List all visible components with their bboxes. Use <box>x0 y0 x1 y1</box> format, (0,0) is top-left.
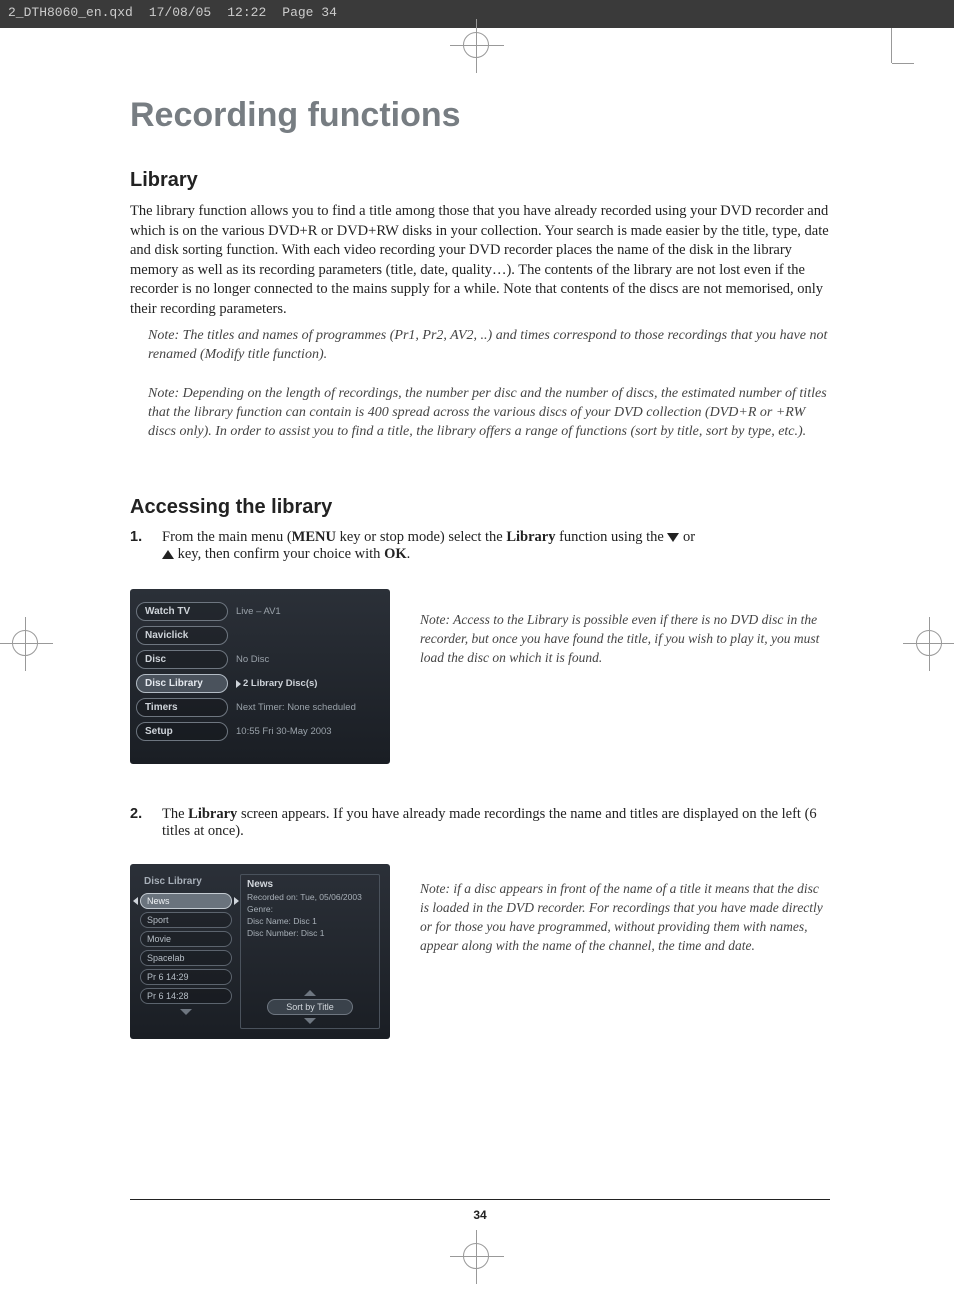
menu-item-label: Disc Library <box>136 674 228 693</box>
text: key or stop mode) select the <box>336 529 506 545</box>
right-arrow-icon <box>234 897 239 905</box>
arrow-up-icon <box>162 550 174 559</box>
step-2-text: The Library screen appears. If you have … <box>162 806 830 840</box>
sort-by-title-button[interactable]: Sort by Title <box>267 999 353 1015</box>
header-time: 12:22 <box>227 5 266 23</box>
menu-item[interactable]: Setup10:55 Fri 30-May 2003 <box>136 721 382 743</box>
menu-item-label: Watch TV <box>136 602 228 621</box>
header-filename: 2_DTH8060_en.qxd <box>8 5 133 23</box>
text: . <box>407 546 411 562</box>
info-disc-number: Disc Number: Disc 1 <box>247 928 373 938</box>
library-body: The library function allows you to find … <box>130 202 830 319</box>
library-title-item[interactable]: Movie <box>140 931 232 947</box>
bold-text: Library <box>188 806 237 822</box>
step-2: 2. The Library screen appears. If you ha… <box>130 806 830 840</box>
menu-item-value: Next Timer: None scheduled <box>228 702 382 713</box>
text: or <box>683 529 695 545</box>
header-page: Page 34 <box>282 5 337 23</box>
side-note-2: Note: if a disc appears in front of the … <box>420 880 830 956</box>
library-screen-title: Disc Library <box>140 874 232 893</box>
library-note-2: Note: Depending on the length of recordi… <box>148 385 830 442</box>
library-title-item[interactable]: Sport <box>140 912 232 928</box>
text: key, then confirm your choice with <box>178 546 384 562</box>
menu-item[interactable]: Watch TVLive – AV1 <box>136 601 382 623</box>
menu-item-value: 10:55 Fri 30-May 2003 <box>228 726 382 737</box>
bold-text: OK <box>384 546 407 562</box>
page-content: Recording functions Library The library … <box>130 96 830 1222</box>
scroll-down-icon <box>304 1018 316 1024</box>
page-number: 34 <box>130 1199 830 1222</box>
text: function using the <box>555 529 667 545</box>
menu-item-label: Disc <box>136 650 228 669</box>
menu-item-value: Live – AV1 <box>228 606 382 617</box>
crop-mark <box>891 28 892 63</box>
library-title-item[interactable]: Pr 6 14:29 <box>140 969 232 985</box>
info-title: News <box>247 879 373 890</box>
accessing-heading: Accessing the library <box>130 496 830 519</box>
library-title-item[interactable]: Pr 6 14:28 <box>140 988 232 1004</box>
bold-text: Library <box>506 529 555 545</box>
step-number: 2. <box>130 806 150 840</box>
menu-item-value: No Disc <box>228 654 382 665</box>
print-header: 2_DTH8060_en.qxd 17/08/05 12:22 Page 34 <box>0 0 954 28</box>
menu-item[interactable]: TimersNext Timer: None scheduled <box>136 697 382 719</box>
info-disc-name: Disc Name: Disc 1 <box>247 916 373 926</box>
step-number: 1. <box>130 529 150 563</box>
library-heading: Library <box>130 169 830 192</box>
text: From the main menu ( <box>162 529 292 545</box>
crop-mark <box>892 63 914 64</box>
selection-marker-icon <box>236 680 241 688</box>
scroll-down-icon <box>180 1009 192 1015</box>
header-date: 17/08/05 <box>149 5 211 23</box>
registration-mark <box>463 1243 489 1269</box>
device-library-screen: Disc Library News Sport Movie Spacelab Pr 6 … <box>130 864 390 1039</box>
menu-item-label: Naviclick <box>136 626 228 645</box>
arrow-down-icon <box>667 533 679 542</box>
registration-mark <box>463 32 489 58</box>
text: screen appears. If you have already made… <box>162 806 817 839</box>
library-title-item[interactable]: News <box>140 893 232 909</box>
registration-mark <box>12 630 38 656</box>
info-recorded: Recorded on: Tue, 05/06/2003 <box>247 892 373 902</box>
bold-text: MENU <box>292 529 336 545</box>
library-note-1: Note: The titles and names of programmes… <box>148 327 830 365</box>
menu-item-value: 2 Library Disc(s) <box>228 678 382 689</box>
menu-item[interactable]: DiscNo Disc <box>136 649 382 671</box>
menu-item-label: Setup <box>136 722 228 741</box>
library-title-item[interactable]: Spacelab <box>140 950 232 966</box>
step-1-text: From the main menu (MENU key or stop mod… <box>162 529 695 563</box>
menu-item[interactable]: Disc Library2 Library Disc(s) <box>136 673 382 695</box>
info-genre: Genre: <box>247 904 373 914</box>
scroll-up-icon <box>304 990 316 996</box>
device-main-menu: Watch TVLive – AV1NaviclickDiscNo DiscDi… <box>130 589 390 764</box>
left-arrow-icon <box>133 897 138 905</box>
page-title: Recording functions <box>130 96 830 135</box>
menu-item-label: Timers <box>136 698 228 717</box>
step-1: 1. From the main menu (MENU key or stop … <box>130 529 830 563</box>
text: The <box>162 806 188 822</box>
registration-mark <box>916 630 942 656</box>
side-note-1: Note: Access to the Library is possible … <box>420 611 830 668</box>
menu-item[interactable]: Naviclick <box>136 625 382 647</box>
